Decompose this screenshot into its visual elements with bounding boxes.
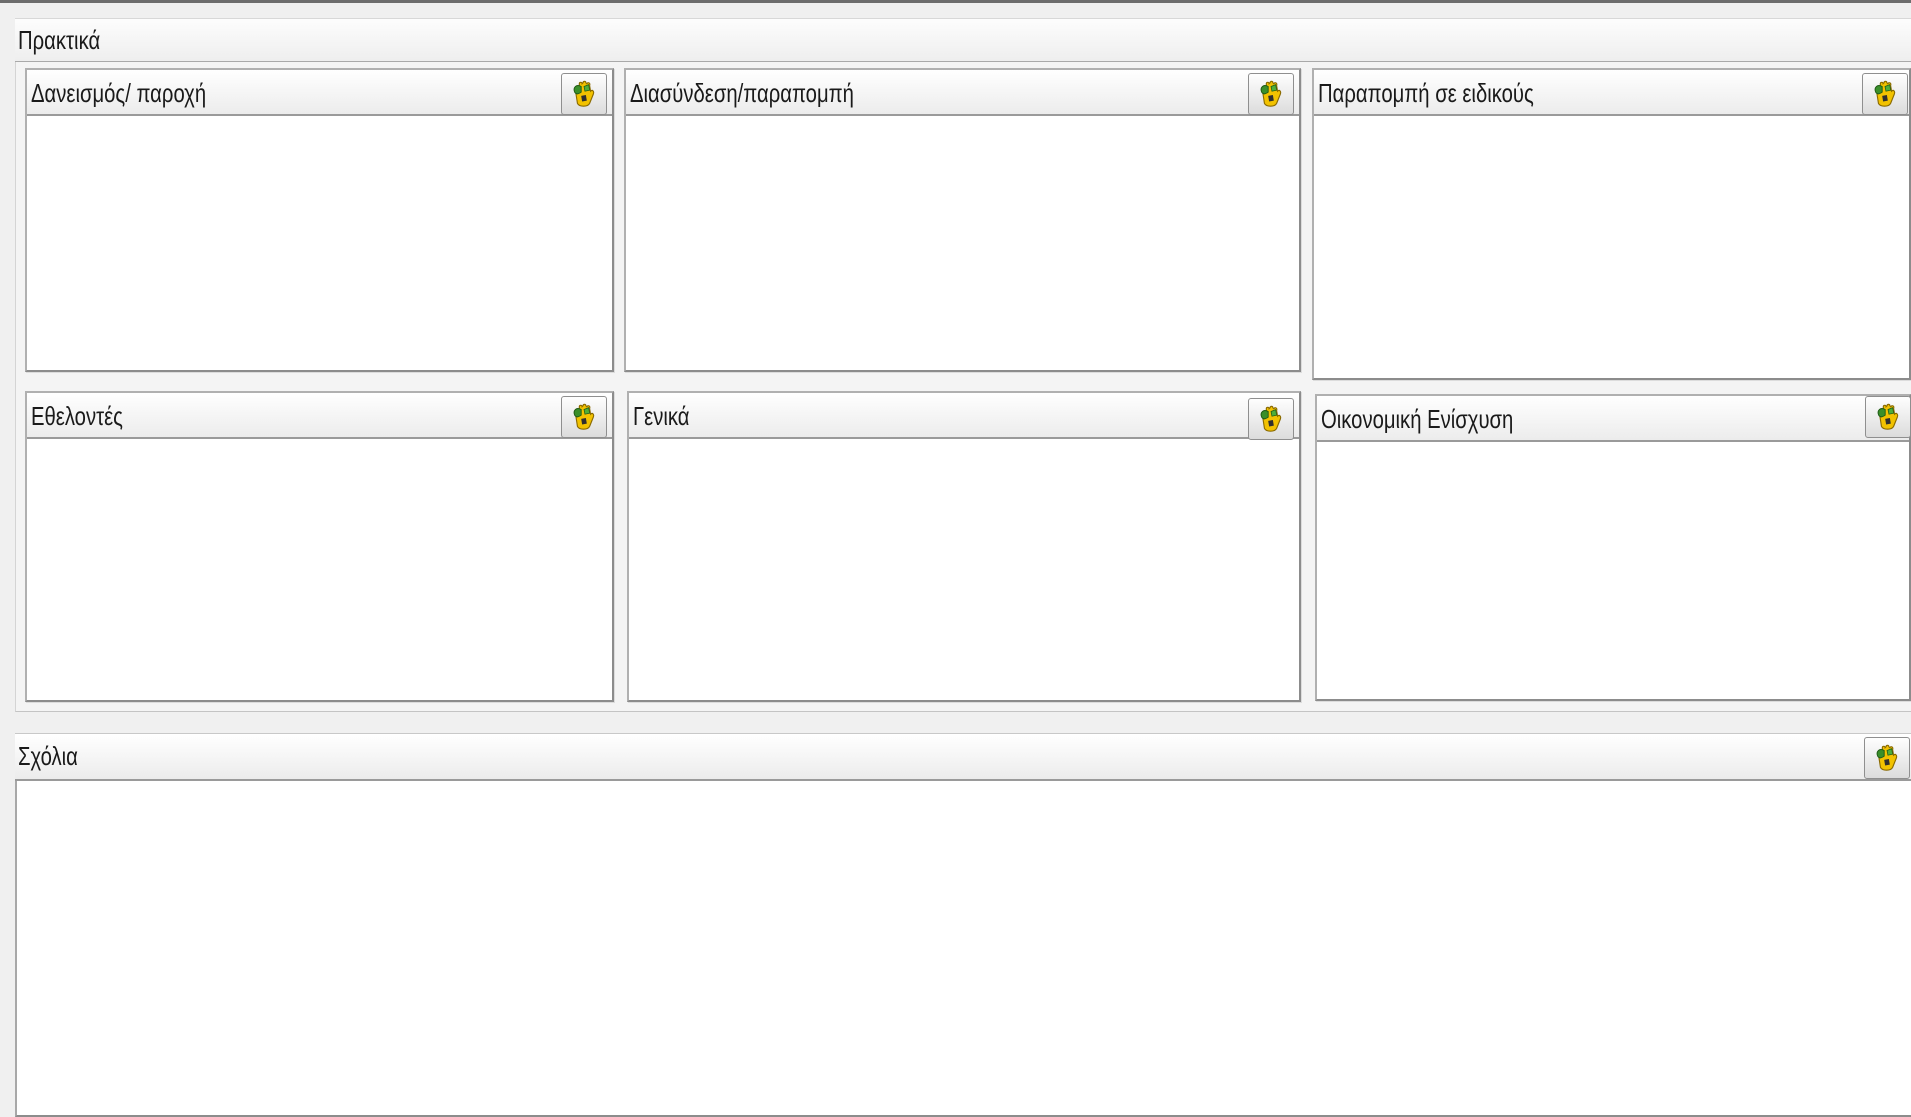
panel-text-area[interactable] <box>626 116 1299 370</box>
hand-icon <box>1256 79 1286 109</box>
panel-title: Δανεισμός/ παροχή <box>31 78 207 108</box>
panel-header: Παραπομπή σε ειδικούς <box>1314 70 1909 116</box>
hand-icon <box>1872 743 1902 773</box>
hand-icon <box>1256 404 1286 434</box>
panel-specialist-referral-action-button[interactable] <box>1862 73 1908 115</box>
panel-title: Οικονομική Ενίσχυση <box>1321 404 1514 434</box>
panel-text-area[interactable] <box>27 439 612 700</box>
comments-title: Σχόλια <box>18 741 78 771</box>
panel-referral-action-button[interactable] <box>1248 73 1294 115</box>
panel-title: Παραπομπή σε ειδικούς <box>1318 78 1534 108</box>
panel-text-area[interactable] <box>27 116 612 370</box>
panel-financial-support-action-button[interactable] <box>1865 396 1911 438</box>
panel-lending: Δανεισμός/ παροχή <box>25 68 614 372</box>
hand-icon <box>1870 79 1900 109</box>
panel-financial-support: Οικονομική Ενίσχυση <box>1315 394 1911 701</box>
panel-general: Γενικά <box>627 391 1301 702</box>
panel-header: Δανεισμός/ παροχή <box>27 70 612 116</box>
panel-volunteers: Εθελοντές <box>25 391 614 702</box>
panel-header: Οικονομική Ενίσχυση <box>1317 396 1909 442</box>
comments-header: Σχόλια <box>15 733 1911 781</box>
hand-icon <box>569 402 599 432</box>
panel-text-area[interactable] <box>1314 116 1909 378</box>
panel-lending-action-button[interactable] <box>561 73 607 115</box>
panel-header: Εθελοντές <box>27 393 612 439</box>
panel-text-area[interactable] <box>1317 442 1909 699</box>
panel-title: Διασύνδεση/παραπομπή <box>630 78 854 108</box>
panel-header: Διασύνδεση/παραπομπή <box>626 70 1299 116</box>
comments-action-button[interactable] <box>1864 737 1910 779</box>
comments-text-area[interactable] <box>15 781 1911 1117</box>
section-title: Πρακτικά <box>18 25 101 55</box>
panel-text-area[interactable] <box>629 439 1299 700</box>
section-header <box>15 18 1911 62</box>
window-root: Πρακτικά Δανεισμός/ παροχή Διασύνδεση/πα… <box>0 0 1911 1117</box>
panel-header: Γενικά <box>629 393 1299 439</box>
panel-general-action-button[interactable] <box>1248 398 1294 440</box>
hand-icon <box>1873 402 1903 432</box>
hand-icon <box>569 79 599 109</box>
panel-referral: Διασύνδεση/παραπομπή <box>624 68 1301 372</box>
panel-title: Γενικά <box>633 401 690 431</box>
panel-specialist-referral: Παραπομπή σε ειδικούς <box>1312 68 1911 380</box>
panel-volunteers-action-button[interactable] <box>561 396 607 438</box>
panel-title: Εθελοντές <box>31 401 123 431</box>
top-divider <box>0 0 1911 3</box>
